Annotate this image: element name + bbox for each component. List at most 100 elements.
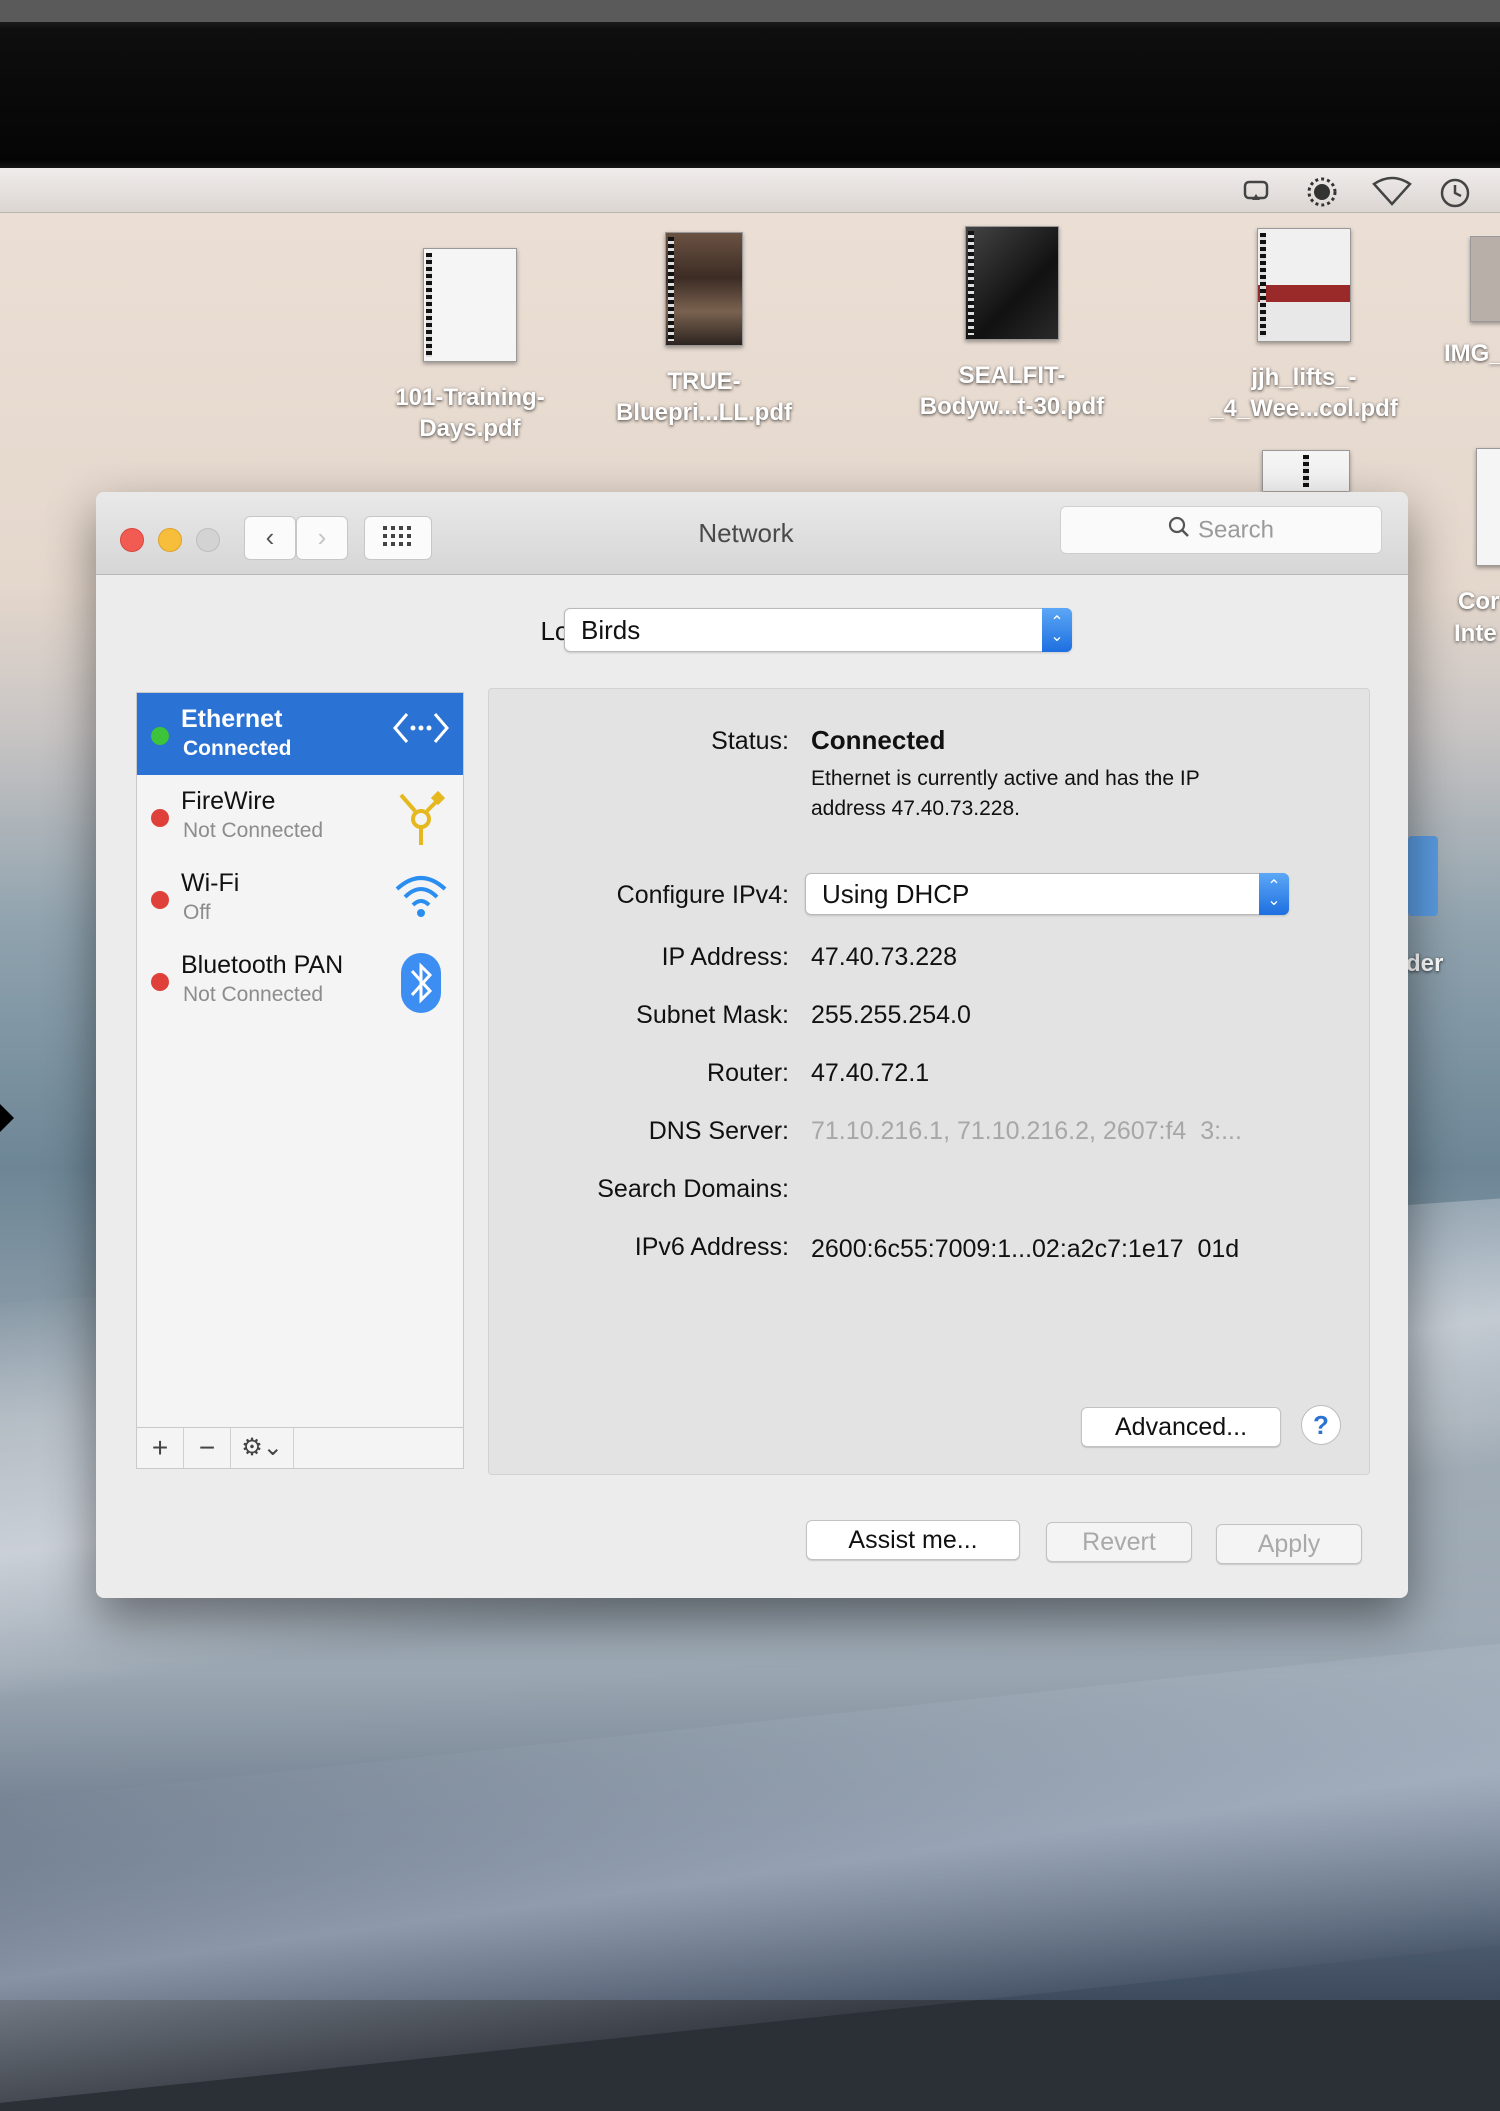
- subnet-mask-value: 255.255.254.0: [811, 1001, 971, 1029]
- apply-button[interactable]: Apply: [1216, 1524, 1362, 1564]
- wifi-icon: [393, 871, 449, 927]
- desktop-peek-label: Inte: [1454, 620, 1497, 647]
- back-button[interactable]: ‹: [244, 516, 296, 560]
- help-button[interactable]: ?: [1301, 1405, 1341, 1445]
- show-all-button[interactable]: [364, 516, 432, 560]
- ipv6-address-value: 2600:6c55:7009:1...02:a2c7:1e17 01d: [811, 1235, 1240, 1263]
- chevron-left-icon: ‹: [265, 522, 275, 552]
- service-status: Not Connected: [183, 819, 324, 842]
- add-service-button[interactable]: +: [137, 1428, 184, 1468]
- assist-me-button[interactable]: Assist me...: [806, 1520, 1020, 1560]
- location-popup[interactable]: Birds ⌃ ⌄: [564, 608, 1072, 652]
- airplay-icon[interactable]: [1240, 176, 1272, 206]
- service-status: Connected: [183, 737, 292, 760]
- status-dot: [151, 973, 169, 991]
- subnet-mask-label: Subnet Mask:: [636, 1001, 789, 1029]
- service-name: Ethernet: [181, 705, 283, 733]
- window-title: Network: [698, 518, 794, 548]
- monitor-bezel: [0, 0, 1500, 170]
- time-machine-icon[interactable]: [1438, 176, 1470, 208]
- status-description: address 47.40.73.228.: [811, 797, 1020, 820]
- desktop-file[interactable]: IMG_: [1416, 236, 1500, 369]
- bluetooth-icon: [393, 953, 449, 1013]
- minimize-button[interactable]: [158, 528, 182, 552]
- service-list: Ethernet Connected FireWire Not Connecte…: [136, 692, 464, 1469]
- desktop-peek-label: der: [1406, 950, 1444, 977]
- status-dot: [151, 727, 169, 745]
- configure-ipv4-value: Using DHCP: [822, 879, 970, 909]
- status-dot: [151, 891, 169, 909]
- revert-button[interactable]: Revert: [1046, 1522, 1192, 1562]
- router-value: 47.40.72.1: [811, 1059, 930, 1087]
- document-thumbnail: [1476, 448, 1500, 566]
- plus-icon: +: [151, 1432, 169, 1463]
- remove-service-button[interactable]: −: [184, 1428, 231, 1468]
- firewire-icon: [393, 789, 449, 845]
- file-name: SEALFIT- Bodyw...t-30.pdf: [919, 362, 1105, 420]
- close-button[interactable]: [120, 528, 144, 552]
- search-input[interactable]: Search: [1060, 506, 1382, 554]
- file-name: 101-Training- Days.pdf: [395, 384, 545, 442]
- chevron-updown-icon: ⌃ ⌄: [1042, 608, 1072, 652]
- image-thumbnail: [1470, 236, 1500, 322]
- service-name: Bluetooth PAN: [181, 951, 344, 979]
- service-detail-panel: Status: Connected Ethernet is currently …: [488, 688, 1370, 1475]
- service-name: Wi-Fi: [181, 869, 240, 897]
- service-status: Not Connected: [183, 983, 324, 1006]
- service-item-firewire[interactable]: FireWire Not Connected: [137, 775, 463, 857]
- configure-ipv4-label: Configure IPv4:: [616, 881, 789, 909]
- mouse-cursor: [0, 1104, 14, 1132]
- router-label: Router:: [707, 1059, 789, 1087]
- dns-server-value: 71.10.216.1, 71.10.216.2, 2607:f4 3:...: [811, 1117, 1242, 1145]
- background-window-fragment: [1408, 836, 1438, 916]
- bezel-edge: [0, 0, 1500, 22]
- search-domains-label: Search Domains:: [597, 1175, 789, 1203]
- file-name: IMG_: [1444, 340, 1500, 367]
- desktop-peek-label: Cor: [1458, 588, 1500, 615]
- service-item-bluetooth-pan[interactable]: Bluetooth PAN Not Connected: [137, 939, 463, 1021]
- desktop-file[interactable]: TRUE- Bluepri...LL.pdf: [594, 232, 814, 428]
- status-dot: [151, 809, 169, 827]
- service-item-ethernet[interactable]: Ethernet Connected: [137, 693, 463, 775]
- menu-bar: [0, 168, 1500, 213]
- title-bar: ‹ › Network Search: [96, 492, 1408, 575]
- minus-icon: −: [198, 1432, 216, 1463]
- advanced-button[interactable]: Advanced...: [1081, 1407, 1281, 1447]
- service-list-toolbar: + − ⚙︎⌄: [137, 1427, 463, 1468]
- pdf-thumbnail: [665, 232, 743, 346]
- search-placeholder: Search: [1197, 516, 1275, 544]
- wifi-icon[interactable]: [1372, 176, 1412, 206]
- forward-button[interactable]: ›: [296, 516, 348, 560]
- ipv6-address-label: IPv6 Address:: [634, 1233, 789, 1261]
- network-preferences-window: ‹ › Network Search Location: Birds ⌃⌄ Et…: [96, 492, 1408, 1598]
- chevron-right-icon: ›: [317, 522, 327, 552]
- pdf-thumbnail: [965, 226, 1059, 340]
- ip-address-value: 47.40.73.228: [811, 943, 957, 971]
- status-value: Connected: [811, 725, 946, 755]
- pdf-thumbnail: [1262, 450, 1350, 491]
- chevron-updown-icon: ⌃ ⌄: [1259, 873, 1289, 915]
- gear-icon: ⚙︎⌄: [241, 1434, 283, 1461]
- zoom-button[interactable]: [196, 528, 220, 552]
- configure-ipv4-popup[interactable]: Using DHCP ⌃ ⌄: [805, 873, 1289, 915]
- ip-address-label: IP Address:: [661, 943, 789, 971]
- action-menu-button[interactable]: ⚙︎⌄: [231, 1428, 294, 1468]
- pdf-thumbnail: [1257, 228, 1351, 342]
- desktop-file[interactable]: 101-Training- Days.pdf: [360, 248, 580, 444]
- location-value: Birds: [581, 615, 641, 645]
- service-status: Off: [183, 901, 211, 924]
- pdf-thumbnail: [423, 248, 517, 362]
- desktop-file[interactable]: SEALFIT- Bodyw...t-30.pdf: [902, 226, 1122, 422]
- grid-icon: [383, 526, 411, 546]
- search-icon: [1168, 508, 1190, 554]
- service-item-wifi[interactable]: Wi-Fi Off: [137, 857, 463, 939]
- ethernet-icon: [393, 707, 449, 763]
- service-name: FireWire: [181, 787, 276, 815]
- status-label: Status:: [711, 727, 789, 755]
- file-name: jjh_lifts_- _4_Wee...col.pdf: [1210, 364, 1398, 422]
- brightness-icon[interactable]: [1306, 176, 1338, 207]
- dns-server-label: DNS Server:: [648, 1117, 789, 1145]
- desktop-file[interactable]: jjh_lifts_- _4_Wee...col.pdf: [1194, 228, 1414, 424]
- status-description: Ethernet is currently active and has the…: [811, 767, 1200, 790]
- file-name: TRUE- Bluepri...LL.pdf: [616, 368, 792, 426]
